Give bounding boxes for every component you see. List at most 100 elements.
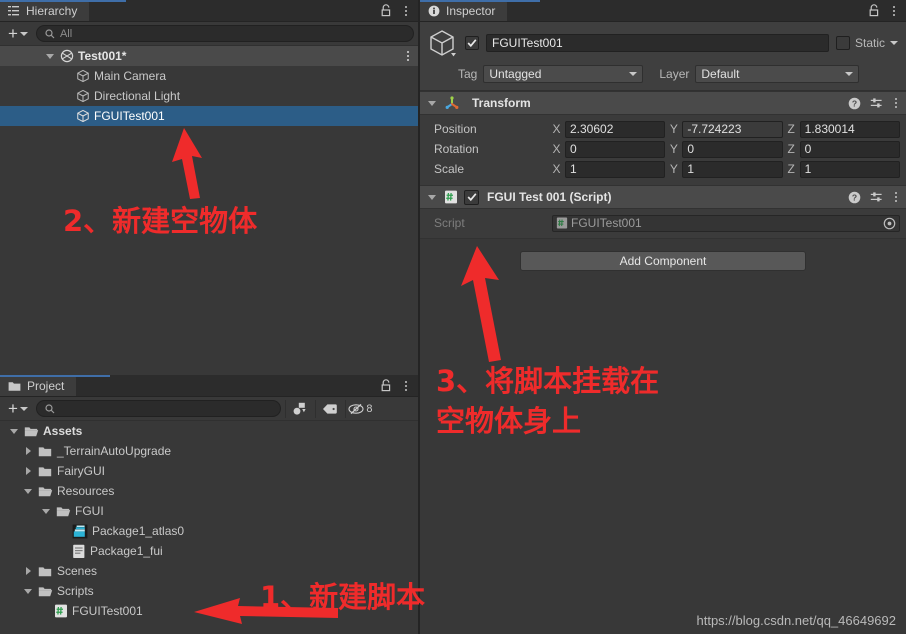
- gameobject-enabled-checkbox[interactable]: [465, 36, 479, 50]
- chevron-down-icon[interactable]: [890, 41, 898, 45]
- script-object-field[interactable]: FGUITest001: [552, 214, 900, 232]
- kebab-menu-icon[interactable]: [892, 192, 900, 202]
- project-item-label: FairyGUI: [57, 464, 105, 478]
- script-expand-toggle[interactable]: [426, 194, 438, 200]
- gameobject-name-value: FGUITest001: [492, 36, 563, 50]
- text-asset-icon: [72, 544, 86, 559]
- hidden-assets-filter[interactable]: 8: [344, 399, 375, 418]
- gameobject-name-input[interactable]: FGUITest001: [486, 34, 829, 52]
- hierarchy-scene-row[interactable]: Test001*: [0, 46, 418, 66]
- annotation-step-3-line2: 空物体身上: [436, 404, 582, 438]
- object-picker-icon[interactable]: [883, 217, 896, 230]
- script-enabled-checkbox[interactable]: [464, 189, 479, 205]
- tag-dropdown[interactable]: Untagged: [483, 65, 644, 83]
- script-component-title: FGUI Test 001 (Script): [487, 190, 612, 204]
- static-checkbox[interactable]: [835, 36, 850, 50]
- hidden-assets-count: 8: [366, 402, 373, 415]
- hierarchy-add-button[interactable]: +: [4, 25, 32, 42]
- rotation-z-input[interactable]: 0: [799, 140, 900, 158]
- tab-hierarchy-label: Hierarchy: [26, 3, 78, 18]
- kebab-menu-icon[interactable]: [892, 98, 900, 108]
- gameobject-cube-icon: [76, 69, 90, 83]
- layer-dropdown[interactable]: Default: [695, 65, 860, 83]
- position-x-input[interactable]: 2.30602: [565, 120, 666, 138]
- axis-label-y: Y: [669, 162, 678, 176]
- position-z-input[interactable]: 1.830014: [799, 120, 900, 138]
- chevron-down-icon: [19, 406, 28, 411]
- shape-filter-icon[interactable]: [284, 399, 315, 418]
- help-icon[interactable]: ?: [848, 191, 861, 204]
- help-icon[interactable]: ?: [848, 97, 861, 110]
- expand-toggle[interactable]: [22, 488, 34, 494]
- transform-expand-toggle[interactable]: [426, 100, 438, 106]
- hierarchy-search-input[interactable]: All: [35, 25, 414, 42]
- project-item-package1-atlas0[interactable]: Package1_atlas0: [0, 521, 418, 541]
- scale-y-input[interactable]: 1: [682, 160, 783, 178]
- row-label: Rotation: [434, 142, 479, 156]
- chevron-down-icon: [845, 72, 854, 76]
- preset-icon[interactable]: [870, 97, 883, 110]
- script-component-header[interactable]: FGUI Test 001 (Script) ?: [420, 185, 906, 209]
- project-item-fairygui[interactable]: FairyGUI: [0, 461, 418, 481]
- lock-icon[interactable]: [868, 4, 880, 17]
- rotation-y-input[interactable]: 0: [682, 140, 783, 158]
- gameobject-cube-icon: [76, 109, 90, 123]
- transform-position-row: Position X 2.30602 Y -7.724223 Z 1.83001…: [426, 119, 900, 139]
- expand-toggle[interactable]: [22, 567, 34, 575]
- project-item-fgui[interactable]: FGUI: [0, 501, 418, 521]
- tag-label: Tag: [458, 67, 478, 81]
- kebab-menu-icon[interactable]: [404, 51, 412, 61]
- project-item-assets[interactable]: Assets: [0, 421, 418, 441]
- lock-icon[interactable]: [380, 379, 392, 392]
- expand-toggle[interactable]: [8, 428, 20, 434]
- folder-open-icon: [24, 425, 39, 438]
- script-component-body: Script FGUITest001: [420, 209, 906, 239]
- active-panel-accent: [0, 0, 126, 2]
- project-add-button[interactable]: +: [4, 400, 32, 417]
- tag-filter-icon[interactable]: [314, 399, 345, 418]
- rotation-x-value: 0: [570, 142, 577, 156]
- layer-label: Layer: [659, 67, 690, 81]
- project-item-resources[interactable]: Resources: [0, 481, 418, 501]
- scale-z-input[interactable]: 1: [799, 160, 900, 178]
- kebab-menu-icon[interactable]: [402, 5, 410, 16]
- chevron-down-icon: [629, 72, 638, 76]
- hierarchy-item-fguitest001[interactable]: FGUITest001: [0, 106, 418, 126]
- position-y-input[interactable]: -7.724223: [682, 120, 783, 138]
- scale-x-input[interactable]: 1: [565, 160, 666, 178]
- annotation-step-1: 1、新建脚本: [260, 580, 426, 614]
- hierarchy-icon: [8, 5, 20, 17]
- hierarchy-item-directional-light[interactable]: Directional Light: [0, 86, 418, 106]
- tab-hierarchy[interactable]: Hierarchy: [0, 0, 90, 21]
- tab-inspector[interactable]: Inspector: [420, 0, 508, 21]
- expand-toggle[interactable]: [22, 467, 34, 475]
- expand-toggle[interactable]: [22, 447, 34, 455]
- project-toolbar: + 8: [0, 397, 418, 421]
- project-item-label: Resources: [57, 484, 115, 498]
- preset-icon[interactable]: [870, 191, 883, 204]
- scene-expand-toggle[interactable]: [44, 53, 56, 59]
- expand-toggle[interactable]: [40, 508, 52, 514]
- hierarchy-search-placeholder: All: [59, 27, 73, 40]
- project-item-package1-fui[interactable]: Package1_fui: [0, 541, 418, 561]
- transform-scale-row: Scale X 1 Y 1 Z 1: [426, 159, 900, 179]
- project-item-label: FGUI: [75, 504, 104, 518]
- rotation-y-value: 0: [687, 142, 695, 156]
- transform-rotation-row: Rotation X 0 Y 0 Z 0: [426, 139, 900, 159]
- row-label: Scale: [434, 162, 465, 176]
- annotation-arrow-2: [172, 128, 202, 199]
- folder-open-icon: [56, 505, 71, 518]
- axis-label-x: X: [552, 142, 561, 156]
- rotation-x-input[interactable]: 0: [565, 140, 666, 158]
- expand-toggle[interactable]: [22, 588, 34, 594]
- project-item-terrainautoupgrade[interactable]: _TerrainAutoUpgrade: [0, 441, 418, 461]
- add-component-button[interactable]: Add Component: [520, 251, 806, 271]
- hierarchy-item-main-camera[interactable]: Main Camera: [0, 66, 418, 86]
- project-search-input[interactable]: [35, 400, 281, 417]
- lock-icon[interactable]: [380, 4, 392, 17]
- transform-component-header[interactable]: Transform ?: [420, 91, 906, 115]
- kebab-menu-icon[interactable]: [890, 5, 898, 16]
- kebab-menu-icon[interactable]: [402, 380, 410, 391]
- panel-splitter[interactable]: [418, 0, 420, 634]
- tab-project[interactable]: Project: [0, 375, 77, 396]
